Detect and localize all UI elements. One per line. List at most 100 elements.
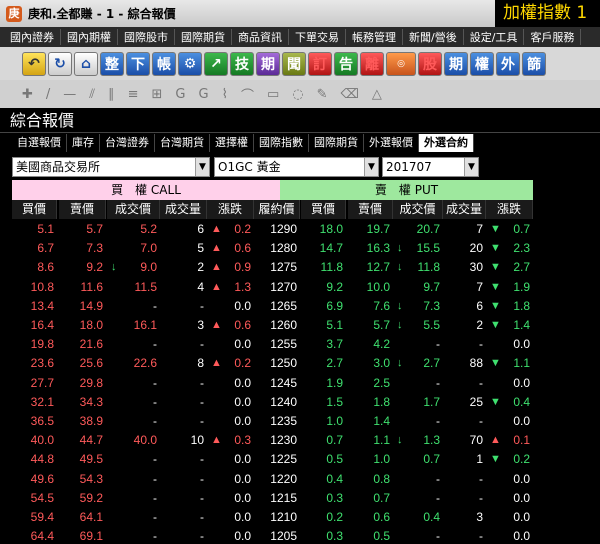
hline-tool-icon[interactable]: — [63,87,76,102]
ellipse-tool-icon[interactable]: ◌ [292,87,303,102]
table-row[interactable]: 36.5 38.9 - - 0.0 1235 1.0 1.4 - - 0.0 [12,412,533,431]
brand-logo-icon[interactable]: ◎ [386,51,416,76]
table-row[interactable]: 44.8 49.5- -0.0 1225 0.5 1.0 0.7 1 0.2 ▼ [12,450,533,469]
cell-strike: 1205 [270,529,297,544]
arc-tool-icon[interactable]: ⌒ [241,85,254,104]
column-header[interactable]: 買價 [301,200,346,219]
pencil-icon[interactable]: ✎ [317,87,328,102]
eraser-icon[interactable]: ⌫ [341,87,359,102]
settings-gear-icon[interactable]: ⚙ [178,51,202,76]
fib-fan-icon[interactable]: ⌇ [222,87,228,102]
tab-5[interactable]: 國際指數 [254,134,309,152]
exchange-select[interactable]: 美國商品交易所 ▼ [12,157,210,177]
column-header[interactable]: 買價 [12,200,57,219]
product-select[interactable]: O1GC 黃金 ▼ [214,157,379,177]
toolbar-button-期-2[interactable]: 期 [444,51,468,76]
cell-ps: 0.5 [373,529,390,544]
table-row[interactable]: 10.8 11.6 11.5 4 1.3 1270 9.2 10.0 9.7 7 1.9 ▲ ▼ [12,278,533,297]
chart-icon[interactable]: ↗ [204,51,228,76]
cell-pd: 0.0 [513,529,530,544]
table-row[interactable]: 27.7 29.8 - - 0.0 1245 1.9 2.5 - - 0.0 [12,374,533,393]
chevron-down-icon[interactable]: ▼ [464,158,478,176]
cell-pt: - [436,414,440,428]
rect-tool-icon[interactable]: ▭ [267,87,279,102]
column-header[interactable]: 成交價 [107,200,160,219]
table-row[interactable]: 5.1 5.7 5.2 6 0.2 1290 18.0 19.7 20.7 7 0.7 ▲ ▼ [12,220,533,239]
menu-item-8[interactable]: 設定/工具 [464,29,525,45]
chevron-down-icon[interactable]: ▼ [364,158,378,176]
undo-icon[interactable]: ↶ [22,51,46,76]
cursor-icon[interactable]: ✚ [22,87,33,102]
channel-tool-icon[interactable]: ∥ [108,87,115,102]
menu-item-0[interactable]: 國內證券 [4,29,61,45]
refresh-icon[interactable]: ↻ [48,51,72,76]
chevron-down-icon[interactable]: ▼ [195,158,209,176]
table-row[interactable]: 64.4 69.1 - - 0.0 1205 0.3 0.5 - - 0.0 [12,527,533,544]
table-row[interactable]: 13.4 14.9- -0.0 1265 6.9 7.6 7.3 6 1.8 ▼ ↓ [12,297,533,316]
column-header[interactable]: 漲跌 [486,200,533,219]
fib-tool-icon[interactable]: ≡ [128,87,139,102]
column-header[interactable]: 成交價 [393,200,443,219]
cell-ct: 40.0 [133,433,157,448]
line-tool-icon[interactable]: / [46,87,50,102]
column-header[interactable]: 履約價 [254,200,300,219]
cell-pb: 11.8 [320,260,343,275]
tab-6[interactable]: 國際期貨 [309,134,364,152]
column-header[interactable]: 賣價 [59,200,106,219]
toolbar-button-股[interactable]: 股 [418,51,442,76]
cell-ps: 5.7 [373,318,390,332]
tab-8[interactable]: 外選合約 [419,134,474,152]
toolbar-button-訂[interactable]: 訂 [308,51,332,76]
gann-tool-icon[interactable]: G [175,87,185,102]
column-header[interactable]: 成交量 [160,200,207,219]
tab-4[interactable]: 選擇權 [210,134,254,152]
tab-2[interactable]: 台灣證券 [100,134,155,152]
home-icon[interactable]: ⌂ [74,51,98,76]
cell-strike: 1235 [270,414,297,428]
cell-cb: 64.4 [30,529,54,544]
month-select[interactable]: 201707 ▼ [382,157,479,177]
toolbar-button-下[interactable]: 下 [126,51,150,76]
table-row[interactable]: 19.8 21.6 - - 0.0 1255 3.7 4.2 - - 0.0 [12,335,533,354]
menu-item-6[interactable]: 帳務管理 [346,29,403,45]
gann-fan-icon[interactable]: G [199,87,209,102]
column-header[interactable]: 漲跌 [207,200,254,219]
table-row[interactable]: 6.7 7.3 7.0 5 0.6 1280 14.7 16.3 15.5 20 2.3 ▲ ▼ ↓ [12,239,533,258]
grid-tool-icon[interactable]: ⊞ [152,87,163,102]
tab-3[interactable]: 台灣期貨 [155,134,210,152]
column-header[interactable]: 賣價 [348,200,393,219]
table-row[interactable]: 49.6 54.3 - - 0.0 1220 0.4 0.8 - - 0.0 [12,470,533,489]
toolbar-button-帳[interactable]: 帳 [152,51,176,76]
cell-ct: 11.5 [134,279,157,294]
menu-item-3[interactable]: 國際期貨 [175,29,232,45]
table-row[interactable]: 54.5 59.2 - - 0.0 1215 0.3 0.7 - - 0.0 [12,489,533,508]
parallel-tool-icon[interactable]: ⫽ [89,87,95,102]
menu-item-1[interactable]: 國內期權 [61,29,118,45]
table-row[interactable]: 40.0 44.7 40.0 10 0.3 1230 0.7 1.1 1.3 70 0.1 ▲ ▲ ↓ [12,431,533,450]
table-row[interactable]: 16.4 18.0 16.1 3 0.6 1260 5.1 5.7 5.5 2 1.4 ▲ ▼ ↓ [12,316,533,335]
table-row[interactable]: 32.1 34.3- -0.0 1240 1.5 1.8 1.7 25 0.4 ▼ [12,393,533,412]
tab-1[interactable]: 庫存 [67,134,100,152]
menu-item-4[interactable]: 商品資訊 [232,29,289,45]
toolbar-button-權[interactable]: 權 [470,51,494,76]
menu-item-5[interactable]: 下單交易 [289,29,346,45]
toolbar-button-技[interactable]: 技 [230,51,254,76]
menu-item-9[interactable]: 客戶服務 [524,29,582,45]
index-ticker[interactable]: 加權指數 1 [495,0,600,27]
toolbar-button-篩[interactable]: 篩 [522,51,546,76]
tab-7[interactable]: 外選報價 [364,134,419,152]
menu-item-7[interactable]: 新聞/營後 [403,29,464,45]
toolbar-button-告[interactable]: 告 [334,51,358,76]
table-row[interactable]: 8.6 9.2 9.0 2 0.9 1275 11.8 12.7 11.8 30 2.7 ▲ ▼ ↓ ↓ [12,258,533,277]
toolbar-button-期[interactable]: 期 [256,51,280,76]
tab-0[interactable]: 自選報價 [12,134,67,152]
toolbar-button-外[interactable]: 外 [496,51,520,76]
column-header[interactable]: 成交量 [443,200,486,219]
table-row[interactable]: 23.6 25.6 22.6 8 0.2 1250 2.7 3.0 2.7 88 1.1 ▲ ▼ ↓ [12,354,533,373]
toolbar-button-聞[interactable]: 聞 [282,51,306,76]
toolbar-button-整[interactable]: 整 [100,51,124,76]
measure-icon[interactable]: △ [372,87,382,102]
menu-item-2[interactable]: 國際股市 [118,29,175,45]
toolbar-button-離[interactable]: 離 [360,51,384,76]
table-row[interactable]: 59.4 64.1 - - 0.0 1210 0.2 0.6 0.4 3 0.0 [12,508,533,527]
